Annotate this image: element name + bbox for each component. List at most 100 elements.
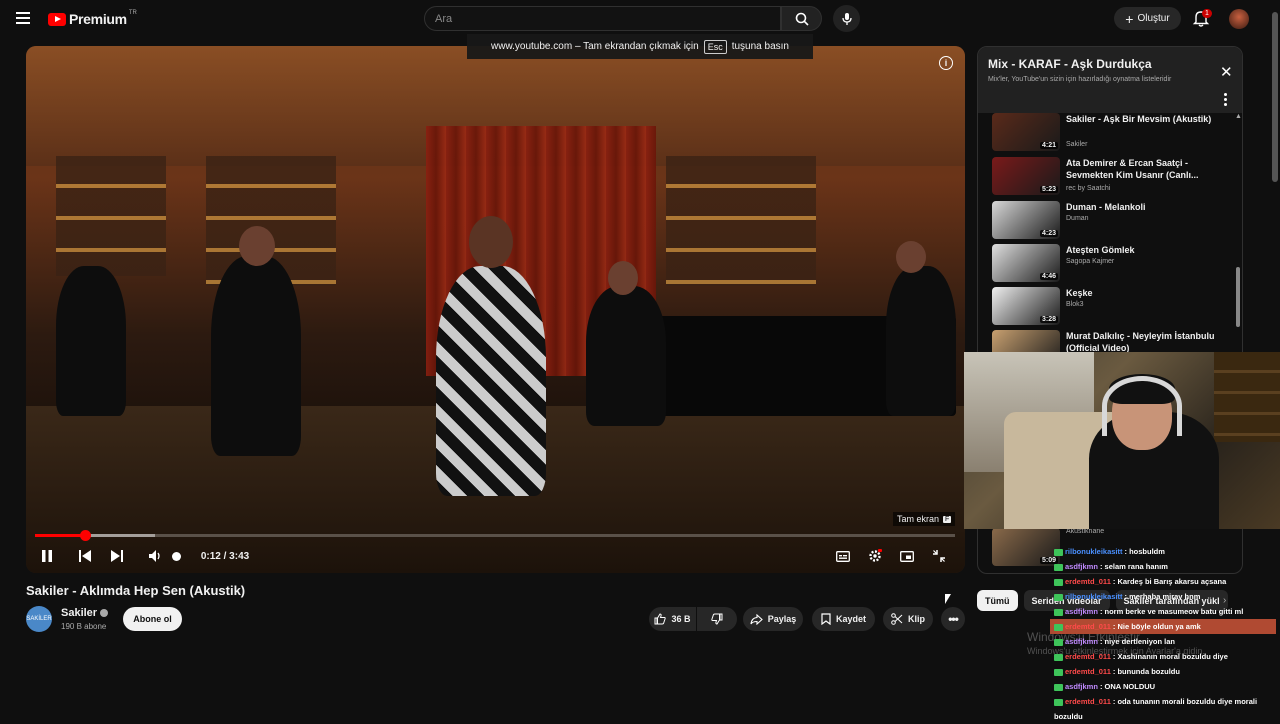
volume-slider[interactable] xyxy=(166,542,186,570)
video-player[interactable]: i Tam ekran F 0:12 / 3:43 xyxy=(26,46,965,573)
chat-badge-icon xyxy=(1054,668,1063,676)
playlist-title[interactable]: Mix - KARAF - Aşk Durdukça xyxy=(988,57,1152,71)
playlist-item[interactable]: 3:28 Keşke Blok3 xyxy=(992,287,1232,329)
theater-mode-button[interactable] xyxy=(898,542,916,570)
volume-slider-knob[interactable] xyxy=(171,551,181,561)
chat-username[interactable]: rilbonukleikasitt xyxy=(1065,547,1123,556)
playlist-item-artist: rec by Saatchi xyxy=(1066,185,1111,192)
skip-previous-icon xyxy=(79,550,91,562)
playlist-item-thumbnail[interactable]: 3:28 xyxy=(992,287,1060,325)
chat-message: erdemtd_011: Nie böyle oldun ya amk xyxy=(1050,619,1276,634)
subtitles-button[interactable] xyxy=(834,542,852,570)
previous-button[interactable] xyxy=(76,542,94,570)
chat-username[interactable]: erdemtd_011 xyxy=(1065,622,1111,631)
search-button[interactable] xyxy=(781,6,822,31)
share-button[interactable]: Paylaş xyxy=(743,607,803,631)
video-scene-head xyxy=(896,241,926,273)
playlist-subtitle: Mix'ler, YouTube'un sizin için hazırladı… xyxy=(988,76,1172,83)
search-input[interactable]: Ara xyxy=(424,6,781,31)
chat-badge-icon xyxy=(1054,638,1063,646)
chat-text: : ONA NOLDUU xyxy=(1099,682,1156,691)
channel-avatar[interactable]: SAKİLER xyxy=(26,606,52,632)
playlist-item-title: Ata Demirer & Ercan Saatçi - Sevmekten K… xyxy=(1066,158,1199,180)
youtube-logo[interactable]: Premium TR xyxy=(48,10,137,27)
progress-scrubber[interactable] xyxy=(79,530,91,541)
stream-chat-overlay: rilbonukleikasitt: hosbuldm asdfjkmn: sel… xyxy=(1050,544,1276,721)
page-scrollbar-thumb[interactable] xyxy=(1272,12,1278,182)
next-button[interactable] xyxy=(108,542,126,570)
verified-icon xyxy=(100,609,109,617)
chat-username[interactable]: erdemtd_011 xyxy=(1065,697,1111,706)
info-icon[interactable]: i xyxy=(939,56,953,70)
playlist-item[interactable]: 5:23 Ata Demirer & Ercan Saatçi - Sevmekt… xyxy=(992,157,1232,199)
playlist-item-duration: 4:21 xyxy=(1039,142,1058,149)
account-avatar[interactable] xyxy=(1229,9,1249,29)
notification-badge: 1 xyxy=(1202,9,1212,18)
close-icon[interactable]: ✕ xyxy=(1220,63,1233,81)
voice-search-button[interactable] xyxy=(833,5,860,32)
chat-badge-icon xyxy=(1054,563,1063,571)
chat-badge-icon xyxy=(1054,623,1063,631)
video-scene-singer xyxy=(436,266,546,496)
more-vertical-icon[interactable] xyxy=(1224,93,1227,106)
exit-fullscreen-button[interactable] xyxy=(930,542,948,570)
channel-name[interactable]: Sakiler xyxy=(61,607,109,619)
chat-message: rilbonukleikasitt: merhaba mirav hnm xyxy=(1050,589,1276,604)
duration: 3:43 xyxy=(229,550,250,562)
scroll-up-icon[interactable]: ▲ xyxy=(1235,113,1242,120)
save-button[interactable]: Kaydet xyxy=(812,607,875,631)
chat-message: asdfjkmn: ONA NOLDUU xyxy=(1050,679,1276,694)
playlist-item-artist: Akustikhane xyxy=(1066,528,1105,535)
progress-bar[interactable] xyxy=(35,530,955,541)
chat-username[interactable]: asdfjkmn xyxy=(1065,637,1098,646)
current-time: 0:12 xyxy=(200,550,221,562)
chat-message: asdfjkmn: niye dertleniyon lan xyxy=(1050,634,1276,649)
settings-button[interactable] xyxy=(866,542,884,570)
chat-username[interactable]: asdfjkmn xyxy=(1065,607,1098,616)
subtitles-icon xyxy=(836,550,850,562)
chat-text: : Nie böyle oldun ya amk xyxy=(1112,622,1201,631)
video-scene-musician xyxy=(56,266,126,416)
clip-button[interactable]: Klip xyxy=(883,607,933,631)
chat-text: : oda tunanın morali bozuldu diye morali xyxy=(1112,697,1258,706)
toast-text-after: tuşuna basın xyxy=(731,41,789,52)
chat-username[interactable]: erdemtd_011 xyxy=(1065,577,1111,586)
volume-icon xyxy=(148,550,160,562)
filter-chip[interactable]: Tümü xyxy=(977,590,1018,611)
more-actions-button[interactable]: ••• xyxy=(941,607,965,631)
playlist-scrollbar[interactable] xyxy=(1236,267,1240,327)
playlist-item-title: Ateşten Gömlek xyxy=(1066,245,1135,255)
share-icon xyxy=(750,613,763,625)
chat-username[interactable]: rilbonukleikasitt xyxy=(1065,592,1123,601)
playlist-item[interactable]: 4:21 Sakiler - Aşk Bir Mevsim (Akustik) Sa… xyxy=(992,113,1232,155)
gear-icon xyxy=(869,549,882,562)
mute-button[interactable] xyxy=(146,542,164,570)
playlist-item[interactable]: 4:23 Duman - Melankoli Duman xyxy=(992,201,1232,243)
chat-username[interactable]: asdfjkmn xyxy=(1065,562,1098,571)
playlist-item-thumbnail[interactable]: 5:23 xyxy=(992,157,1060,195)
create-button[interactable]: + Oluştur xyxy=(1114,7,1181,30)
playlist-item-duration: 4:46 xyxy=(1039,273,1058,280)
playlist-item[interactable]: 4:46 Ateşten Gömlek Sagopa Kajmer xyxy=(992,244,1232,286)
chat-badge-icon xyxy=(1054,548,1063,556)
menu-icon[interactable] xyxy=(16,12,30,24)
like-button[interactable]: 36 B xyxy=(649,607,696,631)
chat-message: erdemtd_011: Xashinanın moral bozuldu di… xyxy=(1050,649,1276,664)
chat-text: : Xashinanın moral bozuldu diye xyxy=(1112,652,1228,661)
skip-next-icon xyxy=(111,550,123,562)
dislike-button[interactable] xyxy=(697,607,737,631)
chat-username[interactable]: erdemtd_011 xyxy=(1065,652,1111,661)
playlist-item-thumbnail[interactable]: 4:21 xyxy=(992,113,1060,151)
chat-username[interactable]: asdfjkmn xyxy=(1065,682,1098,691)
playlist-item-thumbnail[interactable]: 4:23 xyxy=(992,201,1060,239)
more-horizontal-icon: ••• xyxy=(948,612,959,626)
webcam-shelf xyxy=(1214,352,1280,442)
pause-button[interactable] xyxy=(38,542,56,570)
chat-message: bozuldu xyxy=(1050,709,1276,724)
subscribe-button[interactable]: Abone ol xyxy=(123,607,182,631)
logo-text: Premium xyxy=(69,11,127,27)
playlist-item-thumbnail[interactable]: 4:46 xyxy=(992,244,1060,282)
chat-badge-icon xyxy=(1054,653,1063,661)
playlist-item-duration: 4:23 xyxy=(1039,230,1058,237)
chat-username[interactable]: erdemtd_011 xyxy=(1065,667,1111,676)
